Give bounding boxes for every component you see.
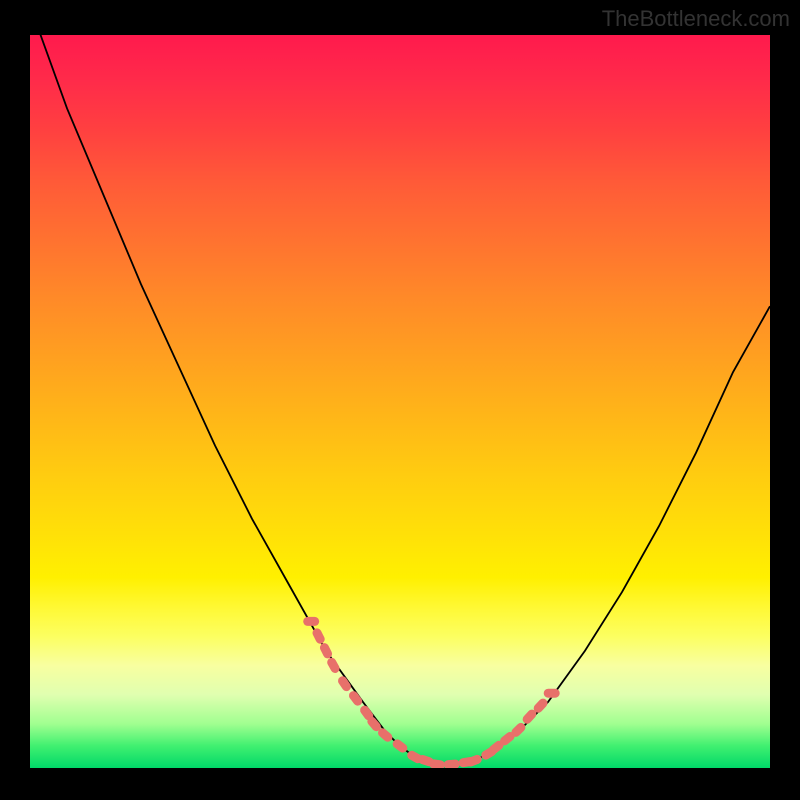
watermark-text: TheBottleneck.com [602, 6, 790, 32]
curve-line [30, 35, 770, 764]
curve-markers [303, 617, 560, 768]
chart-svg [30, 35, 770, 768]
chart-plot-area [30, 35, 770, 768]
